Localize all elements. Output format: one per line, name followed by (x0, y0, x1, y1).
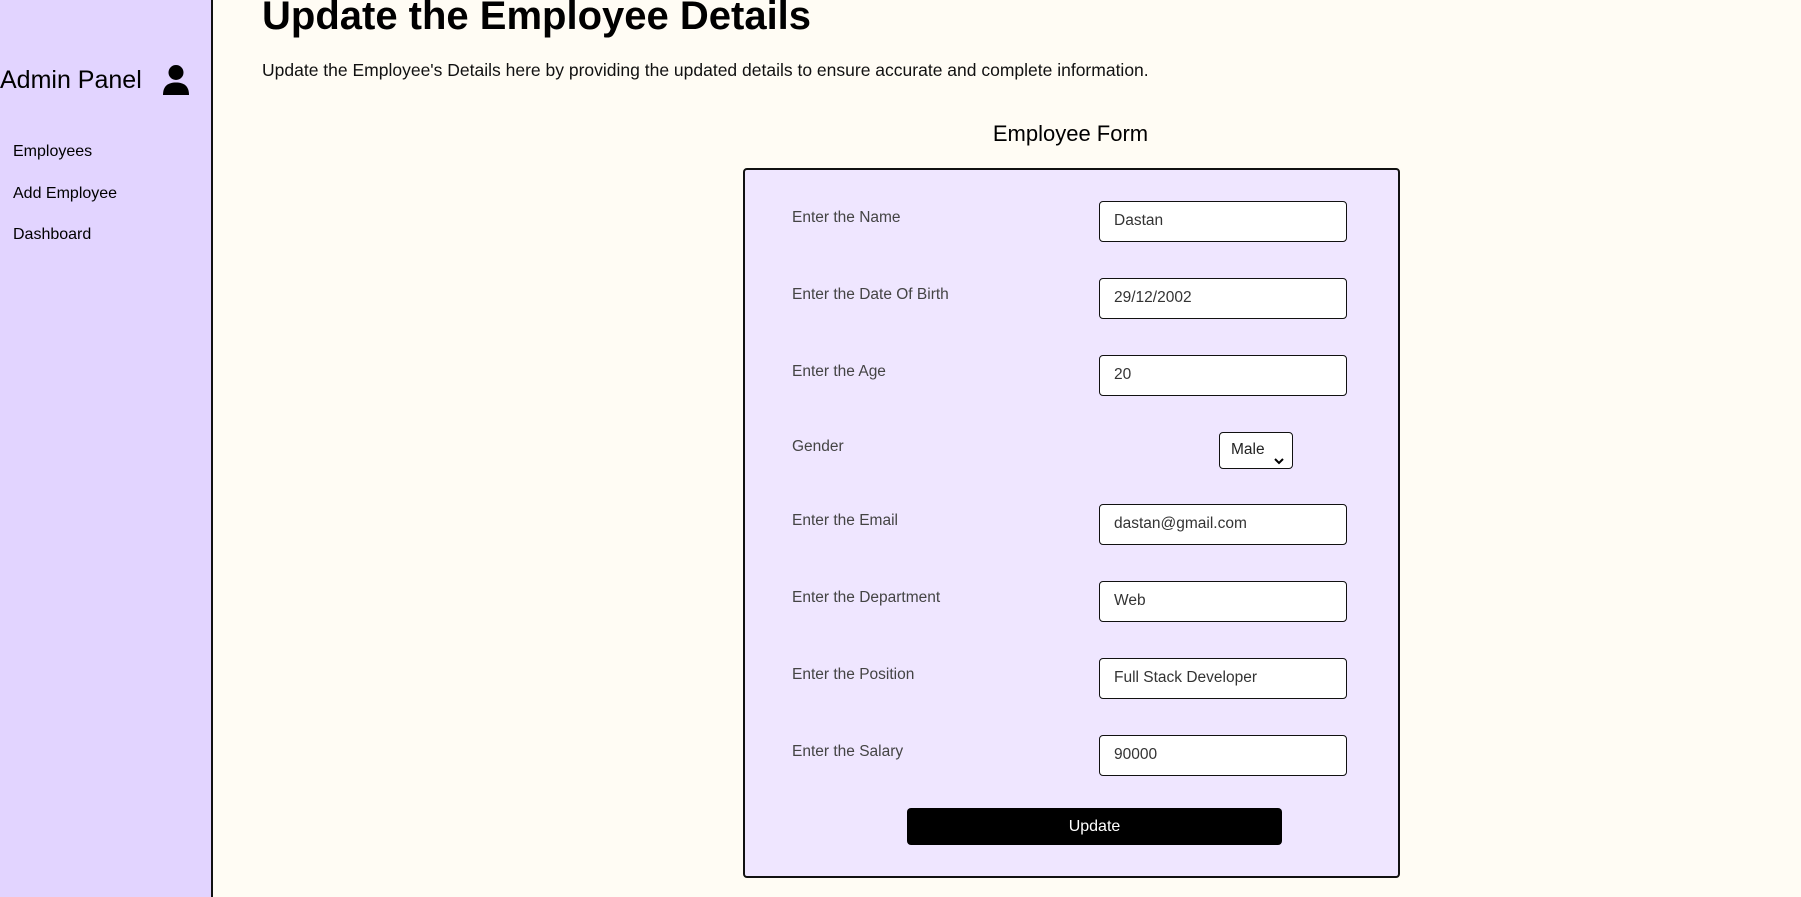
department-input[interactable]: Web (1099, 581, 1347, 622)
position-input[interactable]: Full Stack Developer (1099, 658, 1347, 699)
age-input[interactable]: 20 (1099, 355, 1347, 396)
department-label: Enter the Department (792, 589, 941, 606)
dob-label: Enter the Date Of Birth (792, 286, 949, 303)
brand: Admin Panel (0, 64, 190, 96)
sidebar-item-employees[interactable]: Employees (13, 142, 117, 184)
employee-form: Enter the Name Dastan Enter the Date Of … (743, 168, 1400, 878)
email-label: Enter the Email (792, 512, 898, 529)
sidebar-item-dashboard[interactable]: Dashboard (13, 225, 117, 267)
update-button[interactable]: Update (907, 808, 1282, 845)
sidebar-nav: Employees Add Employee Dashboard (13, 142, 117, 267)
name-label: Enter the Name (792, 209, 901, 226)
gender-select[interactable]: Male (1219, 432, 1293, 469)
email-input[interactable]: dastan@gmail.com (1099, 504, 1347, 545)
user-icon[interactable] (162, 64, 190, 96)
dob-input[interactable]: 29/12/2002 (1099, 278, 1347, 319)
brand-title: Admin Panel (0, 65, 142, 94)
chevron-down-icon (1274, 445, 1284, 465)
position-label: Enter the Position (792, 666, 915, 683)
page-subtitle: Update the Employee's Details here by pr… (262, 60, 1149, 80)
sidebar: Admin Panel Employees Add Employee Dashb… (0, 0, 213, 897)
form-title: Employee Form (992, 121, 1149, 146)
salary-input[interactable]: 90000 (1099, 735, 1347, 776)
gender-label: Gender (792, 438, 844, 455)
sidebar-item-add-employee[interactable]: Add Employee (13, 184, 117, 226)
age-label: Enter the Age (792, 363, 886, 380)
gender-selected-value: Male (1231, 441, 1265, 458)
page-title: Update the Employee Details (262, 0, 812, 38)
salary-label: Enter the Salary (792, 743, 904, 760)
name-input[interactable]: Dastan (1099, 201, 1347, 242)
